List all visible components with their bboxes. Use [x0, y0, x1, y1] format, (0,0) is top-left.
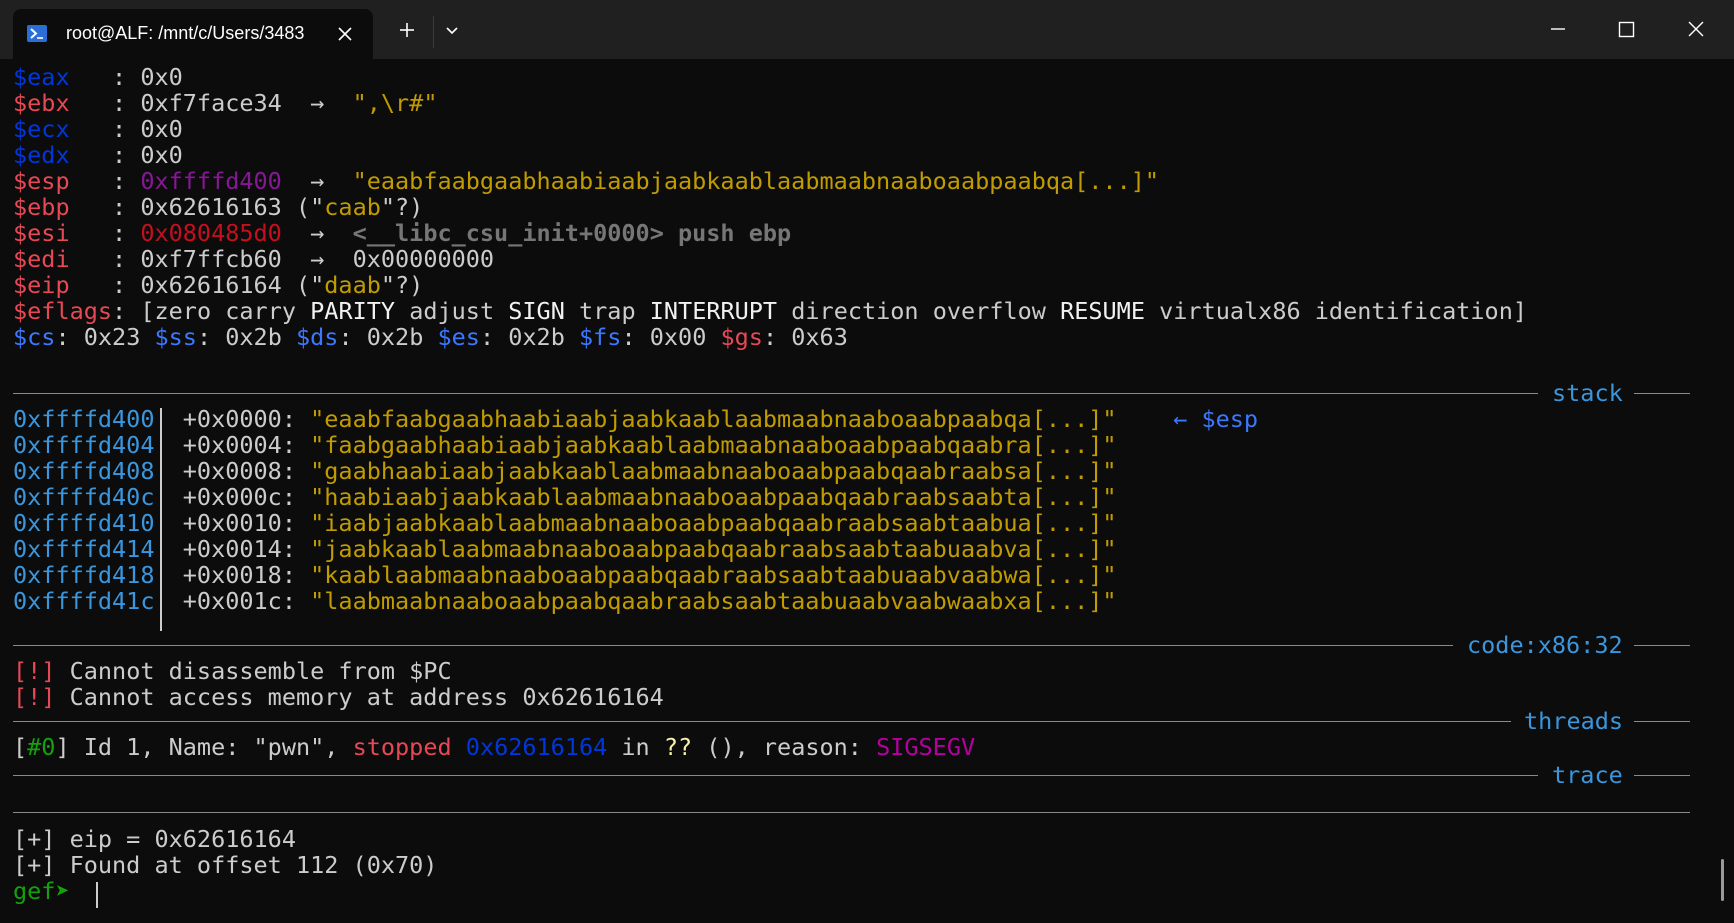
stack-row: 0xffffd41c +0x001c: "laabmaabnaaboaabpaa…: [13, 587, 1117, 615]
plus-icon: [400, 23, 414, 37]
register-esp: $esp : 0xffffd400 → "eaabfaabgaabhaabiaa…: [13, 167, 1160, 195]
close-icon: [1688, 21, 1704, 37]
register-ebx: $ebx : 0xf7face34 → ",\r#": [13, 89, 438, 117]
register-eax: $eax : 0x0: [13, 63, 183, 91]
segment-registers: $cs: 0x23 $ss: 0x2b $ds: 0x2b $es: 0x2b …: [13, 323, 848, 351]
tab-close-button[interactable]: [331, 20, 359, 48]
titlebar-divider: [433, 16, 434, 48]
section-divider-threads: [13, 721, 1511, 722]
tab-dropdown-button[interactable]: [436, 14, 468, 46]
code-message: [!] Cannot disassemble from $PC: [13, 657, 452, 685]
register-esi: $esi : 0x080485d0 → <__libc_csu_init+000…: [13, 219, 792, 247]
chevron-down-icon: [446, 27, 458, 35]
section-divider-end: [13, 812, 1690, 813]
section-divider-threads-tail: [1634, 721, 1690, 722]
title-bar: root@ALF: /mnt/c/Users/3483: [0, 0, 1734, 59]
section-label-trace: trace: [1552, 761, 1623, 789]
close-window-button[interactable]: [1676, 14, 1716, 46]
stack-row: 0xffffd410 +0x0010: "iaabjaabkaablaabmaa…: [13, 509, 1117, 537]
tab-title: root@ALF: /mnt/c/Users/3483: [66, 23, 305, 43]
stack-row: 0xffffd414 +0x0014: "jaabkaablaabmaabnaa…: [13, 535, 1117, 563]
maximize-icon: [1618, 21, 1635, 38]
stack-row: 0xffffd404 +0x0004: "faabgaabhaabiaabjaa…: [13, 431, 1117, 459]
code-message: [!] Cannot access memory at address 0x62…: [13, 683, 664, 711]
new-tab-button[interactable]: [391, 14, 423, 46]
text-cursor: [96, 882, 98, 908]
register-edx: $edx : 0x0: [13, 141, 183, 169]
section-divider-code: [13, 645, 1453, 646]
maximize-button[interactable]: [1606, 14, 1646, 46]
minimize-button[interactable]: [1538, 14, 1578, 46]
register-eip: $eip : 0x62616164 ("daab"?): [13, 271, 424, 299]
stack-row: 0xffffd400 +0x0000: "eaabfaabgaabhaabiaa…: [13, 405, 1259, 433]
thread-info: [#0] Id 1, Name: "pwn", stopped 0x626161…: [13, 733, 976, 761]
stack-row: 0xffffd408 +0x0008: "gaabhaabiaabjaabkaa…: [13, 457, 1117, 485]
register-ecx: $ecx : 0x0: [13, 115, 183, 143]
section-label-code: code:x86:32: [1467, 631, 1623, 659]
stack-row: 0xffffd40c +0x000c: "haabiaabjaabkaablaa…: [13, 483, 1117, 511]
minimize-icon: [1551, 28, 1565, 30]
section-divider-code-tail: [1634, 645, 1690, 646]
register-edi: $edi : 0xf7ffcb60 → 0x00000000: [13, 245, 495, 273]
section-divider-stack: [13, 393, 1538, 394]
scrollbar-thumb[interactable]: [1721, 859, 1724, 901]
terminal-tab[interactable]: root@ALF: /mnt/c/Users/3483: [13, 9, 373, 59]
stack-row: 0xffffd418 +0x0018: "kaablaabmaabnaaboaa…: [13, 561, 1117, 589]
section-label-stack: stack: [1552, 379, 1623, 407]
terminal-output[interactable]: $eax : 0x0 $ebx : 0xf7face34 → ",\r#" $e…: [0, 59, 1734, 923]
register-eflags: $eflags: [zero carry PARITY adjust SIGN …: [13, 297, 1528, 325]
output-line: [+] eip = 0x62616164: [13, 825, 296, 853]
section-label-threads: threads: [1524, 707, 1624, 735]
gef-prompt[interactable]: gef➤: [13, 877, 84, 905]
section-divider-trace-tail: [1634, 775, 1690, 776]
powershell-icon: [27, 25, 47, 42]
output-line: [+] Found at offset 112 (0x70): [13, 851, 438, 879]
section-divider-stack-tail: [1634, 393, 1690, 394]
section-divider-trace: [13, 775, 1538, 776]
register-ebp: $ebp : 0x62616163 ("caab"?): [13, 193, 424, 221]
close-icon: [338, 27, 352, 41]
